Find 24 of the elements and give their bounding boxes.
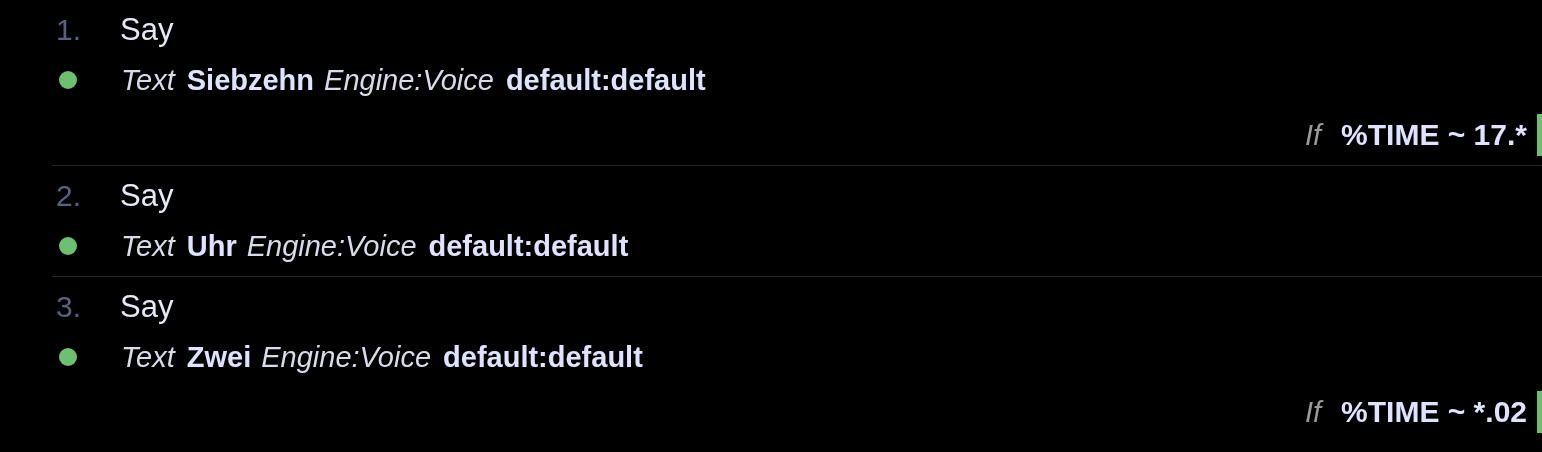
param-value: default:default [443,340,643,374]
param-value: Siebzehn [186,63,315,97]
action-number: 2. [55,179,83,213]
param-label: Text [121,340,175,374]
condition-expression: %TIME ~ *.02 [1341,395,1527,429]
condition-bar [1537,114,1542,156]
param-label: Text [121,229,175,263]
param-label: Engine:Voice [261,340,432,374]
param-value: Uhr [186,229,237,263]
param-label: Engine:Voice [324,63,494,97]
condition-keyword: If [1304,118,1322,152]
param-value: default:default [505,63,706,97]
action-number: 1. [55,13,83,47]
action-number: 3. [55,290,83,324]
action-name[interactable]: Say [120,12,174,48]
param-value: Zwei [186,340,252,374]
condition-bar [1537,391,1542,433]
condition-keyword: If [1304,395,1322,429]
condition-expression: %TIME ~ 17.* [1341,118,1527,152]
param-label: Engine:Voice [246,229,417,263]
action-name[interactable]: Say [120,289,174,325]
action-name[interactable]: Say [120,178,174,214]
param-value: default:default [428,229,629,263]
param-label: Text [121,63,175,97]
